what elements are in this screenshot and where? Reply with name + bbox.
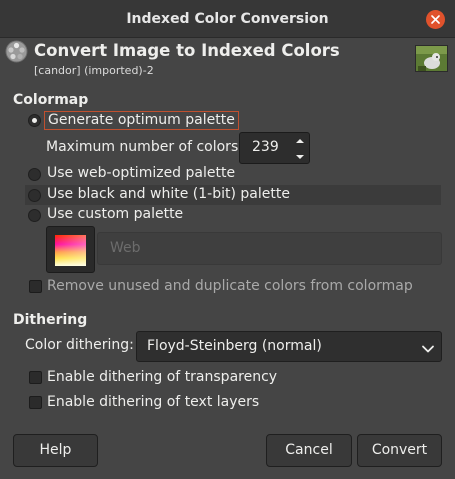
image-thumbnail (415, 45, 448, 72)
help-button[interactable]: Help (13, 434, 98, 467)
close-icon (431, 15, 440, 24)
web-optimized-label[interactable]: Use web-optimized palette (47, 165, 235, 181)
remove-unused-label[interactable]: Remove unused and duplicate colors from … (47, 278, 413, 294)
chevron-down-icon[interactable] (293, 150, 307, 163)
dithering-section-title: Dithering (13, 312, 88, 328)
colormap-section-title: Colormap (13, 92, 89, 108)
palette-preview-icon (55, 235, 86, 266)
custom-palette-radio[interactable] (28, 209, 41, 222)
bw-palette-label[interactable]: Use black and white (1-bit) palette (47, 186, 290, 202)
generate-optimum-label[interactable]: Generate optimum palette (44, 111, 239, 130)
custom-palette-label[interactable]: Use custom palette (47, 206, 183, 222)
convert-button[interactable]: Convert (357, 434, 442, 467)
chevron-down-icon (421, 342, 435, 353)
color-dithering-label: Color dithering: (25, 337, 134, 353)
dither-text-layers-label[interactable]: Enable dithering of text layers (47, 394, 259, 410)
generate-optimum-radio[interactable] (28, 114, 41, 127)
bw-palette-radio[interactable] (28, 189, 41, 202)
gimp-convert-indexed-icon (5, 40, 28, 63)
close-button[interactable] (426, 10, 445, 29)
color-dithering-value: Floyd-Steinberg (normal) (147, 338, 322, 354)
dialog-heading: Convert Image to Indexed Colors (34, 41, 340, 60)
custom-palette-entry[interactable]: Web (97, 232, 442, 265)
dither-transparency-checkbox[interactable] (29, 371, 42, 384)
chevron-up-icon[interactable] (293, 135, 307, 148)
image-name: [candor] (imported)-2 (34, 64, 154, 77)
custom-palette-name: Web (110, 240, 141, 256)
max-colors-label: Maximum number of colors: (46, 139, 243, 155)
palette-select-button[interactable] (46, 226, 95, 273)
dither-text-layers-checkbox[interactable] (29, 396, 42, 409)
web-optimized-radio[interactable] (28, 168, 41, 181)
color-dithering-combo[interactable]: Floyd-Steinberg (normal) (136, 331, 442, 362)
max-colors-value[interactable]: 239 (252, 139, 279, 155)
cancel-button[interactable]: Cancel (266, 434, 352, 467)
dither-transparency-label[interactable]: Enable dithering of transparency (47, 369, 277, 385)
max-colors-spinbutton[interactable]: 239 (239, 132, 310, 164)
window-title: Indexed Color Conversion (126, 11, 329, 27)
remove-unused-checkbox[interactable] (29, 280, 42, 293)
